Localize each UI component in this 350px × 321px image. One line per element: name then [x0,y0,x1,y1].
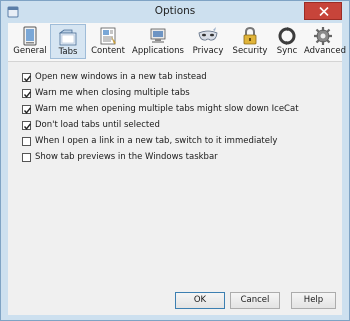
option-label: Show tab previews in the Windows taskbar [35,152,218,162]
option-label: When I open a link in a new tab, switch … [35,136,278,146]
option-open-new-windows-in-tab[interactable]: Open new windows in a new tab instead [22,71,207,83]
warn-opening-tabs-checkbox[interactable] [22,104,32,114]
pane-content-label: Content [91,46,125,56]
switch-to-new-tab-checkbox[interactable] [22,136,31,146]
option-label: Warn me when closing multiple tabs [35,88,190,98]
pane-content[interactable]: Content [88,24,128,59]
content-icon [100,27,116,45]
pane-general-label: General [13,46,47,56]
checkmark-icon [23,106,32,114]
tabs-icon [58,29,77,46]
general-icon [23,26,37,46]
pane-security[interactable]: Security [230,24,270,59]
pane-privacy[interactable]: Privacy [188,24,228,59]
pane-toolbar: General Tabs Content Applications Privac… [8,23,346,62]
close-icon [319,7,329,16]
sync-icon [278,27,296,45]
padlock-icon [243,26,257,45]
applications-icon [150,28,166,43]
title-bar[interactable]: Options [1,1,349,23]
options-window: Options General Tabs Content Application… [0,0,350,321]
tabs-pane-content: Open new windows in a new tab instead Wa… [8,62,342,288]
show-tab-previews-checkbox[interactable] [22,152,31,162]
option-label: Open new windows in a new tab instead [35,72,207,82]
pane-privacy-label: Privacy [192,46,224,56]
pane-advanced-label: Advanced [304,46,346,56]
ok-button[interactable]: OK [175,292,225,309]
option-label: Don't load tabs until selected [35,120,160,130]
help-button[interactable]: Help [291,292,336,309]
checkmark-icon [23,122,32,130]
pane-security-label: Security [232,46,268,56]
dialog-client-area: General Tabs Content Applications Privac… [8,23,346,315]
option-switch-to-new-tab[interactable]: When I open a link in a new tab, switch … [22,135,277,147]
close-button[interactable] [304,2,342,20]
warn-closing-tabs-checkbox[interactable] [22,88,32,98]
pane-sync-label: Sync [276,46,298,56]
pane-sync[interactable]: Sync [272,24,302,59]
privacy-mask-icon [198,27,218,41]
pane-general[interactable]: General [12,24,48,59]
checkmark-icon [23,90,32,98]
pane-advanced[interactable]: Advanced [304,24,346,59]
gear-icon [314,27,332,45]
pane-applications-label: Applications [132,46,184,56]
cancel-button[interactable]: Cancel [230,292,280,309]
option-dont-load-tabs-until-selected[interactable]: Don't load tabs until selected [22,119,160,131]
option-label: Warn me when opening multiple tabs might… [35,104,299,114]
open-new-windows-in-tab-checkbox[interactable] [22,72,32,82]
dont-load-tabs-checkbox[interactable] [22,120,32,130]
option-show-tab-previews[interactable]: Show tab previews in the Windows taskbar [22,151,218,163]
option-warn-opening-multiple-tabs[interactable]: Warn me when opening multiple tabs might… [22,103,299,115]
pane-applications[interactable]: Applications [130,24,186,59]
pane-tabs-label: Tabs [58,47,78,57]
pane-tabs[interactable]: Tabs [50,24,86,59]
window-title: Options [154,5,196,17]
checkmark-icon [23,74,32,82]
option-warn-closing-multiple-tabs[interactable]: Warn me when closing multiple tabs [22,87,190,99]
